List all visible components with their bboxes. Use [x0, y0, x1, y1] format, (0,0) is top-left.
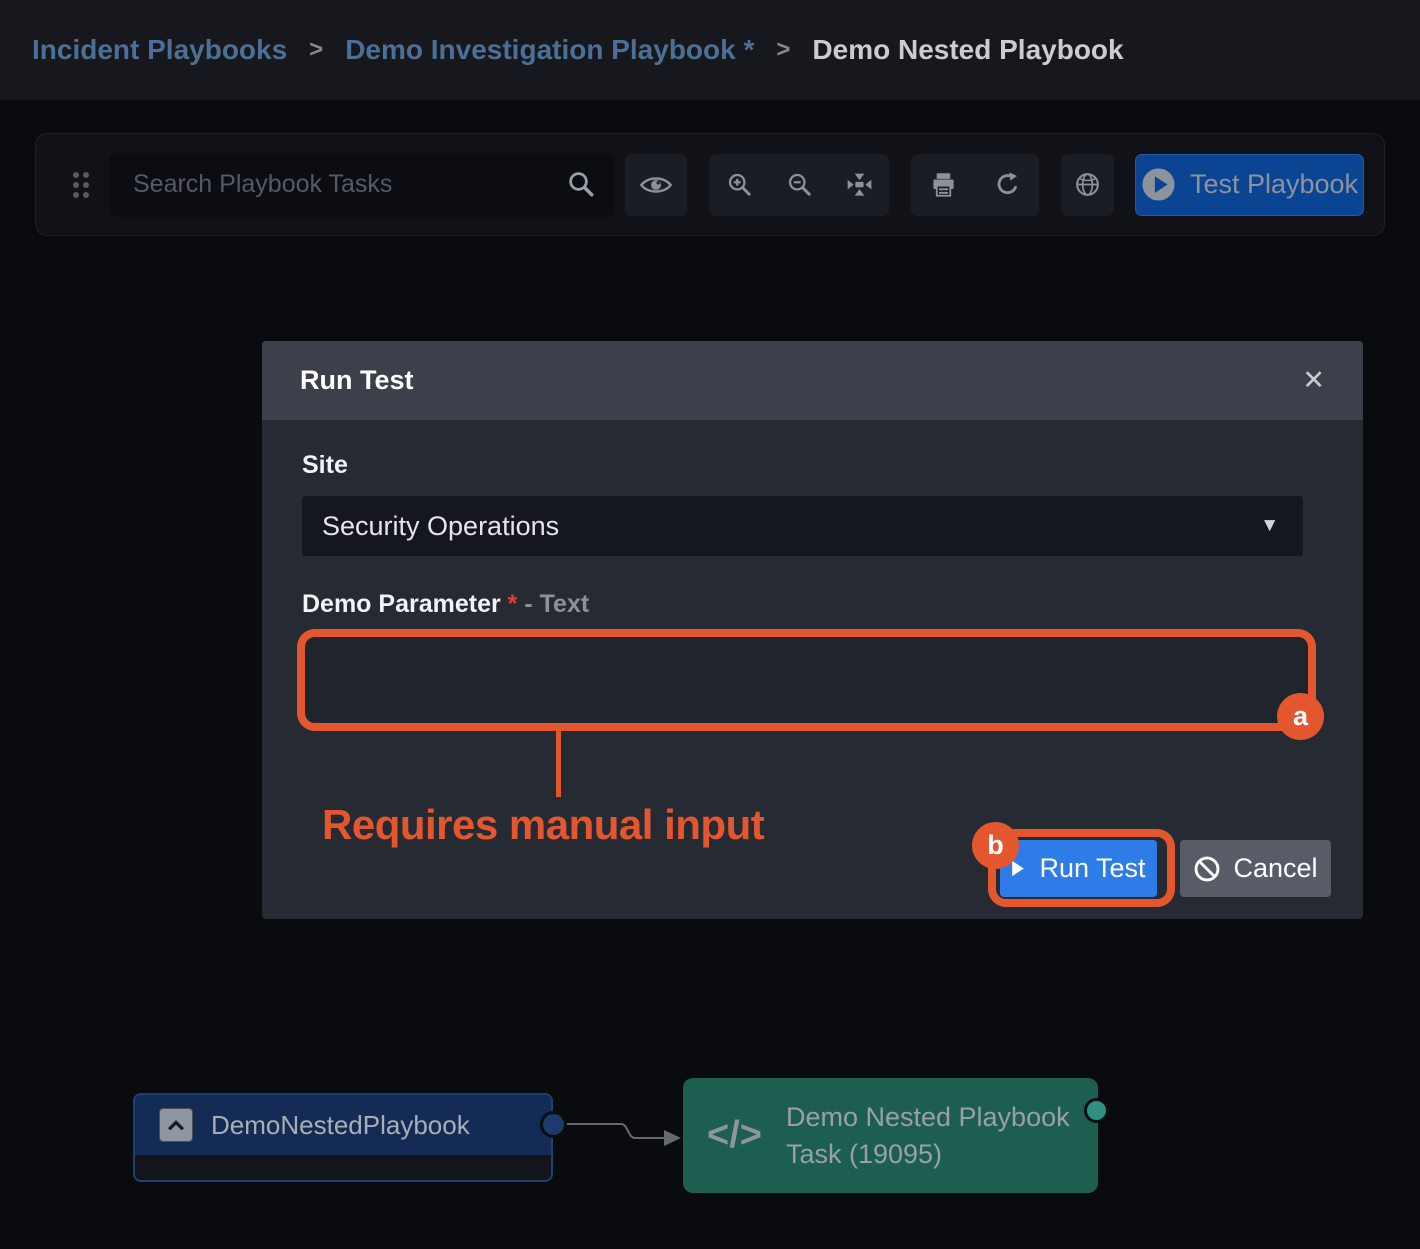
playbook-toolbar: Test Playbook	[35, 133, 1385, 236]
site-field-label: Site	[302, 451, 348, 480]
code-icon: </>	[707, 1114, 762, 1157]
zoom-out-icon	[786, 171, 813, 198]
globe-icon	[1074, 171, 1101, 198]
node-demo-nested-playbook-task[interactable]: </> Demo Nested Playbook Task (19095)	[683, 1078, 1098, 1193]
eye-icon	[640, 174, 672, 196]
app-window: Incident Playbooks > Demo Investigation …	[0, 0, 1420, 1249]
modal-header: Run Test ✕	[262, 341, 1363, 420]
node-label-line2: Task (19095)	[786, 1139, 942, 1169]
parameter-field-label: Demo Parameter * - Text	[302, 590, 589, 619]
run-test-label: Run Test	[1039, 853, 1145, 884]
annotation-box-a	[297, 629, 1316, 731]
node-label-line1: Demo Nested Playbook	[786, 1102, 1070, 1132]
test-playbook-label: Test Playbook	[1190, 169, 1358, 200]
site-dropdown-value: Security Operations	[322, 511, 1260, 542]
playbook-icon	[159, 1108, 193, 1142]
annotation-connector-line	[556, 729, 561, 797]
breadcrumb-current-page: Demo Nested Playbook	[812, 34, 1123, 66]
play-icon	[1011, 860, 1025, 877]
annotation-note: Requires manual input	[322, 801, 764, 849]
search-icon	[566, 169, 596, 199]
parameter-type: - Text	[524, 590, 589, 618]
node-demo-nested-playbook[interactable]: DemoNestedPlaybook	[133, 1093, 553, 1182]
breadcrumb-incident-playbooks[interactable]: Incident Playbooks	[32, 34, 287, 66]
chevron-down-icon: ▼	[1260, 515, 1279, 537]
annotation-badge-b: b	[972, 822, 1019, 869]
fit-to-screen-icon	[845, 170, 874, 199]
output-port[interactable]	[1084, 1098, 1109, 1123]
breadcrumb: Incident Playbooks > Demo Investigation …	[0, 0, 1420, 100]
node-label: DemoNestedPlaybook	[211, 1110, 470, 1141]
run-test-modal: Run Test ✕ Site Security Operations ▼ De…	[262, 341, 1363, 919]
drag-handle[interactable]	[70, 170, 92, 200]
globe-button[interactable]	[1061, 154, 1114, 216]
zoom-in-button[interactable]	[710, 154, 768, 216]
output-port[interactable]	[540, 1111, 567, 1138]
modal-close-button[interactable]: ✕	[1302, 365, 1325, 396]
cancel-label: Cancel	[1233, 853, 1317, 884]
annotation-badge-a: a	[1277, 693, 1324, 740]
search-box	[109, 153, 614, 217]
parameter-name: Demo Parameter	[302, 590, 501, 618]
drag-dots-icon	[70, 170, 92, 200]
refresh-button[interactable]	[978, 154, 1036, 216]
search-input[interactable]	[109, 153, 614, 217]
modal-title: Run Test	[300, 365, 1302, 396]
toggle-visibility-button[interactable]	[625, 154, 687, 216]
site-dropdown[interactable]: Security Operations ▼	[302, 496, 1303, 556]
print-button[interactable]	[914, 154, 972, 216]
zoom-in-icon	[726, 171, 753, 198]
node-label: Demo Nested Playbook Task (19095)	[786, 1099, 1070, 1173]
fit-to-screen-button[interactable]	[830, 154, 888, 216]
zoom-out-button[interactable]	[770, 154, 828, 216]
required-asterisk: *	[508, 590, 518, 618]
node-header: DemoNestedPlaybook	[135, 1095, 551, 1155]
breadcrumb-separator-icon: >	[309, 36, 323, 64]
close-icon: ✕	[1302, 365, 1325, 395]
cancel-button[interactable]: Cancel	[1180, 840, 1331, 897]
breadcrumb-demo-investigation-playbook[interactable]: Demo Investigation Playbook *	[345, 34, 754, 66]
zoom-controls-group	[709, 154, 889, 216]
refresh-icon	[994, 171, 1021, 198]
connector-edge	[553, 1100, 698, 1160]
play-circle-icon	[1141, 167, 1176, 202]
printer-icon	[930, 171, 957, 198]
run-test-button[interactable]: Run Test	[1000, 840, 1157, 897]
ban-icon	[1193, 855, 1221, 883]
breadcrumb-separator-icon: >	[776, 36, 790, 64]
test-playbook-button[interactable]: Test Playbook	[1135, 154, 1364, 216]
output-controls-group	[911, 154, 1039, 216]
demo-parameter-input[interactable]	[305, 637, 1308, 723]
